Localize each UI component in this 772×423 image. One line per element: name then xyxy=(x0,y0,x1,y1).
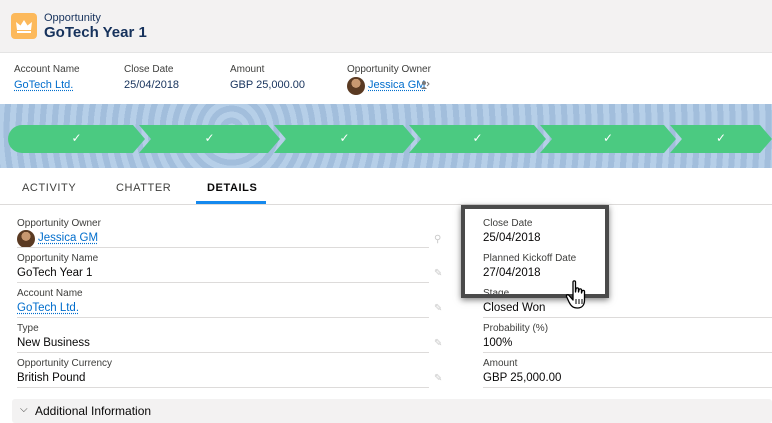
field-value-account[interactable]: GoTech Ltd. xyxy=(17,302,79,314)
chevron-down-icon: ⌵ xyxy=(20,404,28,415)
field-label-currency: Opportunity Currency xyxy=(17,358,113,369)
field-label-probability: Probability (%) xyxy=(483,323,549,334)
edit-pencil-icon[interactable]: ✎ xyxy=(434,304,442,314)
hand-pointer-icon xyxy=(565,280,591,315)
account-link[interactable]: GoTech Ltd. xyxy=(14,79,73,91)
path-stage-2[interactable]: ✓ xyxy=(139,125,280,153)
edit-pencil-icon[interactable]: ✎ xyxy=(434,374,442,384)
avatar[interactable] xyxy=(347,77,365,95)
field-divider xyxy=(17,387,429,388)
section-title: Additional Information xyxy=(35,404,152,418)
path-stage-6[interactable]: ✓ xyxy=(670,125,772,153)
field-divider xyxy=(17,317,429,318)
field-divider xyxy=(17,247,429,248)
field-label-name: Opportunity Name xyxy=(17,253,99,264)
check-icon: ✓ xyxy=(715,131,727,145)
record-header: Opportunity GoTech Year 1 xyxy=(0,0,772,52)
tab-chatter[interactable]: CHATTER xyxy=(116,182,171,194)
field-value-name: GoTech Year 1 xyxy=(17,267,93,279)
field-label-type: Type xyxy=(17,323,39,334)
field-value-owner[interactable]: Jessica GM xyxy=(38,232,98,244)
field-value-amount: GBP 25,000.00 xyxy=(483,372,562,384)
check-icon: ✓ xyxy=(472,131,483,145)
record-title: GoTech Year 1 xyxy=(44,24,147,41)
field-label-owner: Opportunity Owner xyxy=(17,218,101,229)
field-divider xyxy=(483,387,772,388)
field-label-amount: Amount xyxy=(483,358,518,369)
tab-activity[interactable]: ACTIVITY xyxy=(22,182,76,194)
account-label: Account Name xyxy=(14,64,80,75)
path-stage-1[interactable]: ✓ xyxy=(8,125,145,153)
change-owner-icon[interactable] xyxy=(420,80,430,93)
tab-details[interactable]: DETAILS xyxy=(207,182,257,194)
highlights-panel: Account Name GoTech Ltd. Close Date 25/0… xyxy=(0,52,772,104)
check-icon: ✓ xyxy=(204,131,215,145)
active-tab-indicator xyxy=(196,201,266,204)
check-icon: ✓ xyxy=(71,131,82,145)
close-date-label: Close Date xyxy=(124,64,174,75)
field-value-stage: Closed Won xyxy=(483,302,546,314)
field-value-type: New Business xyxy=(17,337,90,349)
edit-pencil-icon[interactable]: ✎ xyxy=(434,339,442,349)
field-value-currency: British Pound xyxy=(17,372,86,384)
field-divider xyxy=(17,352,429,353)
check-icon: ✓ xyxy=(602,131,614,145)
avatar[interactable] xyxy=(17,230,35,248)
field-divider xyxy=(483,317,772,318)
close-date-value: 25/04/2018 xyxy=(124,79,180,91)
change-owner-icon[interactable]: ⚲ xyxy=(434,235,442,245)
amount-value: GBP 25,000.00 xyxy=(230,79,306,91)
sales-path: ✓ ✓ ✓ ✓ ✓ ✓ xyxy=(8,125,772,153)
check-icon: ✓ xyxy=(339,131,350,145)
edit-pencil-icon[interactable]: ✎ xyxy=(434,269,442,279)
tab-bar: ACTIVITY CHATTER DETAILS xyxy=(0,168,772,205)
path-stage-4[interactable]: ✓ xyxy=(409,125,546,153)
object-type-label: Opportunity xyxy=(44,12,101,24)
path-stage-3[interactable]: ✓ xyxy=(274,125,415,153)
crown-icon xyxy=(11,13,37,39)
owner-label: Opportunity Owner xyxy=(347,64,431,75)
owner-link[interactable]: Jessica GM xyxy=(368,79,425,91)
amount-label: Amount xyxy=(230,64,265,75)
field-divider xyxy=(17,282,429,283)
additional-information-section[interactable]: ⌵ Additional Information xyxy=(12,399,772,423)
field-divider xyxy=(483,352,772,353)
field-label-account: Account Name xyxy=(17,288,83,299)
field-value-probability: 100% xyxy=(483,337,513,349)
path-stage-5[interactable]: ✓ xyxy=(540,125,676,153)
